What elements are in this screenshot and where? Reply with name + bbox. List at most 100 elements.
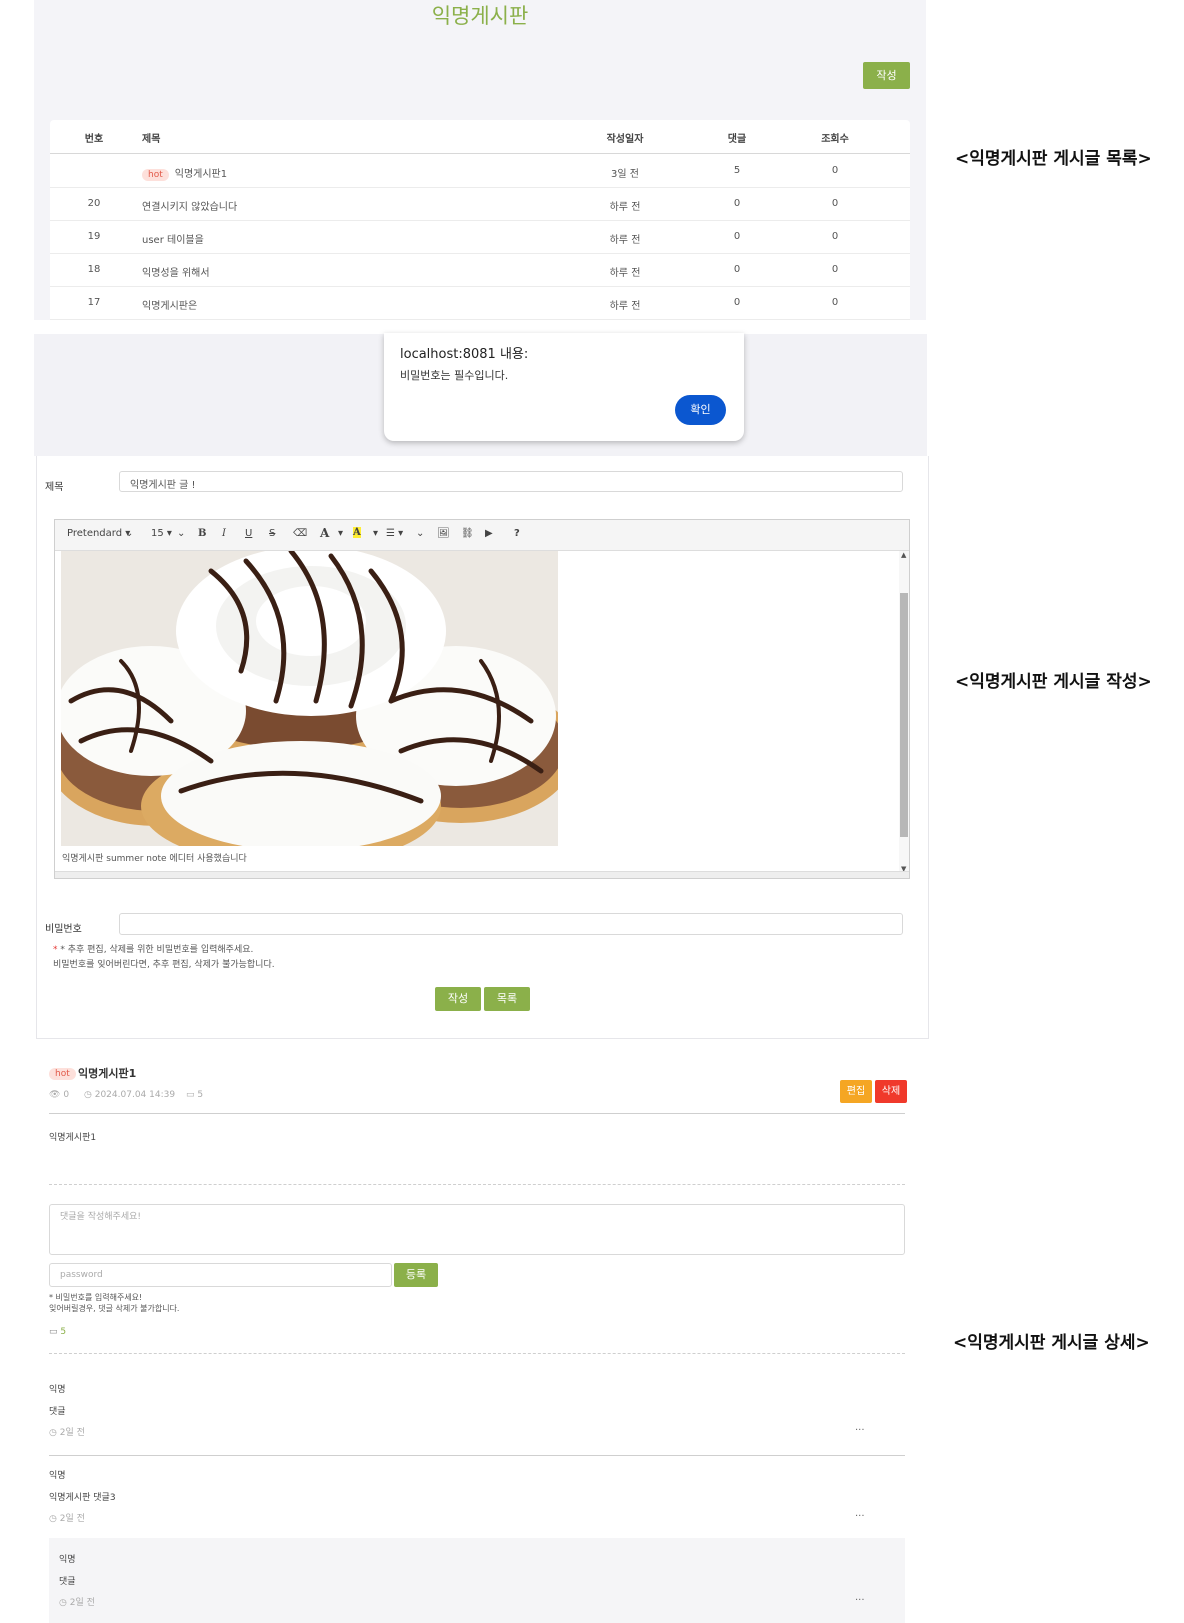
- scroll-up-icon[interactable]: ▲: [901, 551, 906, 559]
- post-number: 20: [87, 198, 101, 209]
- chevron-down-icon[interactable]: ▾: [373, 528, 378, 539]
- comment-more-button[interactable]: ...: [855, 1592, 865, 1603]
- post-date: 하루 전: [609, 235, 641, 246]
- underline-icon[interactable]: U: [245, 528, 252, 539]
- table-row[interactable]: 17 익명게시판은 하루 전 0 0: [50, 286, 910, 320]
- editor-scrollbar[interactable]: ▲ ▼: [899, 551, 909, 873]
- table-row[interactable]: 18 익명성을 위해서 하루 전 0 0: [50, 253, 910, 287]
- post-detail-section: hot 익명게시판1 👁 0 ◷ 2024.07.04 14:39 ▭ 5 편집…: [36, 1050, 916, 1623]
- post-body: 익명게시판1: [49, 1133, 97, 1143]
- video-icon[interactable]: ▶: [485, 528, 493, 539]
- hot-badge: hot: [49, 1068, 76, 1080]
- table-row[interactable]: 19 user 테이블을 하루 전 0 0: [50, 220, 910, 254]
- post-date: 하루 전: [609, 202, 641, 213]
- clock-icon: ◷: [49, 1514, 57, 1524]
- comment-author: 익명: [59, 1555, 76, 1565]
- alert-title: localhost:8081 내용:: [400, 347, 529, 362]
- post-number: 18: [87, 264, 101, 275]
- editor-toolbar: Pretendard ▾ ⌄ 15 ▾ ⌄ B I U S ⌫ A ▾ A ▾ …: [55, 520, 909, 551]
- help-icon[interactable]: ?: [514, 528, 520, 539]
- delete-button[interactable]: 삭제: [875, 1080, 907, 1103]
- alert-confirm-button[interactable]: 확인: [675, 395, 726, 425]
- table-row[interactable]: 20 연결시키지 않았습니다 하루 전 0 0: [50, 187, 910, 221]
- post-comments: 5: [733, 165, 741, 176]
- link-icon[interactable]: ⛓: [461, 528, 474, 539]
- comment-delete-note: 잊어버릴경우, 댓글 삭제가 불가합니다.: [49, 1304, 180, 1313]
- title-input[interactable]: 익명게시판 글 !: [119, 471, 903, 492]
- font-color-icon[interactable]: A: [320, 526, 329, 540]
- submit-post-button[interactable]: 작성: [435, 987, 481, 1011]
- highlight-icon[interactable]: A: [353, 527, 361, 538]
- rich-text-editor: Pretendard ▾ ⌄ 15 ▾ ⌄ B I U S ⌫ A ▾ A ▾ …: [54, 519, 910, 879]
- comment-more-button[interactable]: ...: [855, 1422, 865, 1433]
- register-comment-button[interactable]: 등록: [394, 1263, 438, 1287]
- write-button[interactable]: 작성: [863, 62, 910, 89]
- post-title[interactable]: 익명게시판은: [142, 297, 197, 312]
- column-header-comments: 댓글: [727, 134, 747, 145]
- comments-divider: [49, 1353, 905, 1354]
- cookie-cream-illustration: [61, 551, 558, 846]
- post-title[interactable]: 연결시키지 않았습니다: [142, 198, 237, 213]
- column-header-date: 작성일자: [606, 134, 644, 145]
- column-header-title: 제목: [142, 134, 161, 145]
- comment-input[interactable]: 댓글을 작성해주세요!: [49, 1204, 905, 1255]
- scroll-thumb[interactable]: [900, 593, 908, 837]
- comment-author: 익명: [49, 1385, 66, 1395]
- comment-password-input[interactable]: password: [49, 1263, 392, 1287]
- table-row[interactable]: hot 익명게시판1 3일 전 5 0: [50, 154, 910, 188]
- paragraph-list-dropdown[interactable]: ☰ ▾: [386, 528, 403, 539]
- post-title[interactable]: user 테이블을: [142, 231, 204, 246]
- cookie-cream-image[interactable]: [61, 551, 558, 846]
- column-header-number: 번호: [84, 134, 104, 145]
- password-note-warning: 비밀번호를 잊어버린다면, 추후 편집, 삭제가 불가능합니다.: [53, 960, 275, 970]
- italic-icon[interactable]: I: [222, 528, 226, 539]
- clock-icon: ◷: [59, 1598, 67, 1608]
- body-divider: [49, 1184, 905, 1185]
- bold-icon[interactable]: B: [198, 528, 206, 539]
- comment-password-note: * 비밀번호를 입력해주세요!: [49, 1293, 143, 1302]
- font-size-dropdown[interactable]: 15 ▾: [151, 528, 172, 539]
- post-comments: 0: [733, 231, 741, 242]
- comment-more-button[interactable]: ...: [855, 1508, 865, 1519]
- post-views: 0: [831, 231, 839, 242]
- post-comments: 0: [733, 198, 741, 209]
- chevron-down-icon[interactable]: ⌄: [125, 528, 133, 539]
- clock-icon: ◷: [49, 1428, 57, 1438]
- post-views: 0: [831, 165, 839, 176]
- edit-button[interactable]: 편집: [840, 1080, 872, 1103]
- comment-icon: ▭: [186, 1090, 195, 1100]
- post-title[interactable]: 익명게시판1: [175, 169, 227, 180]
- board-title: 익명게시판: [431, 4, 529, 28]
- strikethrough-icon[interactable]: S: [269, 528, 275, 539]
- post-table: 번호 제목 작성일자 댓글 조회수 hot 익명게시판1 3일 전 5 0 20 …: [50, 120, 910, 320]
- chevron-down-icon[interactable]: ▾: [338, 528, 343, 539]
- comment-author: 익명: [49, 1471, 66, 1481]
- datetime-meta: ◷ 2024.07.04 14:39: [84, 1090, 176, 1100]
- comment-time: ◷ 2일 전: [59, 1598, 95, 1608]
- post-date: 하루 전: [609, 301, 641, 312]
- password-input[interactable]: [119, 913, 903, 935]
- comment-text: 댓글: [59, 1577, 76, 1587]
- comment-icon: ▭: [49, 1327, 58, 1337]
- eraser-icon[interactable]: ⌫: [293, 528, 307, 539]
- post-title: 익명게시판1: [78, 1067, 137, 1080]
- post-comments: 0: [733, 297, 741, 308]
- back-to-list-button[interactable]: 목록: [484, 987, 530, 1011]
- font-family-dropdown[interactable]: Pretendard ▾: [67, 528, 130, 539]
- password-label: 비밀번호: [45, 924, 82, 935]
- post-title-cell[interactable]: hot 익명게시판1: [142, 165, 227, 181]
- post-date: 하루 전: [609, 268, 641, 279]
- image-icon[interactable]: 🖼: [437, 528, 450, 539]
- editor-content[interactable]: 익명게시판 summer note 에디터 사용했습니다: [61, 551, 899, 873]
- comment-time: ◷ 2일 전: [49, 1428, 85, 1438]
- chevron-down-icon[interactable]: ⌄: [416, 528, 424, 539]
- chevron-down-icon[interactable]: ⌄: [177, 528, 185, 539]
- comment-count-meta: ▭ 5: [186, 1090, 204, 1100]
- comment-item: 익명 댓글 ◷ 2일 전 ...: [49, 1538, 905, 1623]
- editor-resize-handle[interactable]: [55, 871, 909, 878]
- title-label: 제목: [45, 482, 64, 493]
- hot-badge: hot: [142, 169, 169, 181]
- post-number: 19: [87, 231, 101, 242]
- post-title[interactable]: 익명성을 위해서: [142, 264, 210, 279]
- write-form: 제목 익명게시판 글 ! Pretendard ▾ ⌄ 15 ▾ ⌄ B I U…: [36, 456, 929, 1039]
